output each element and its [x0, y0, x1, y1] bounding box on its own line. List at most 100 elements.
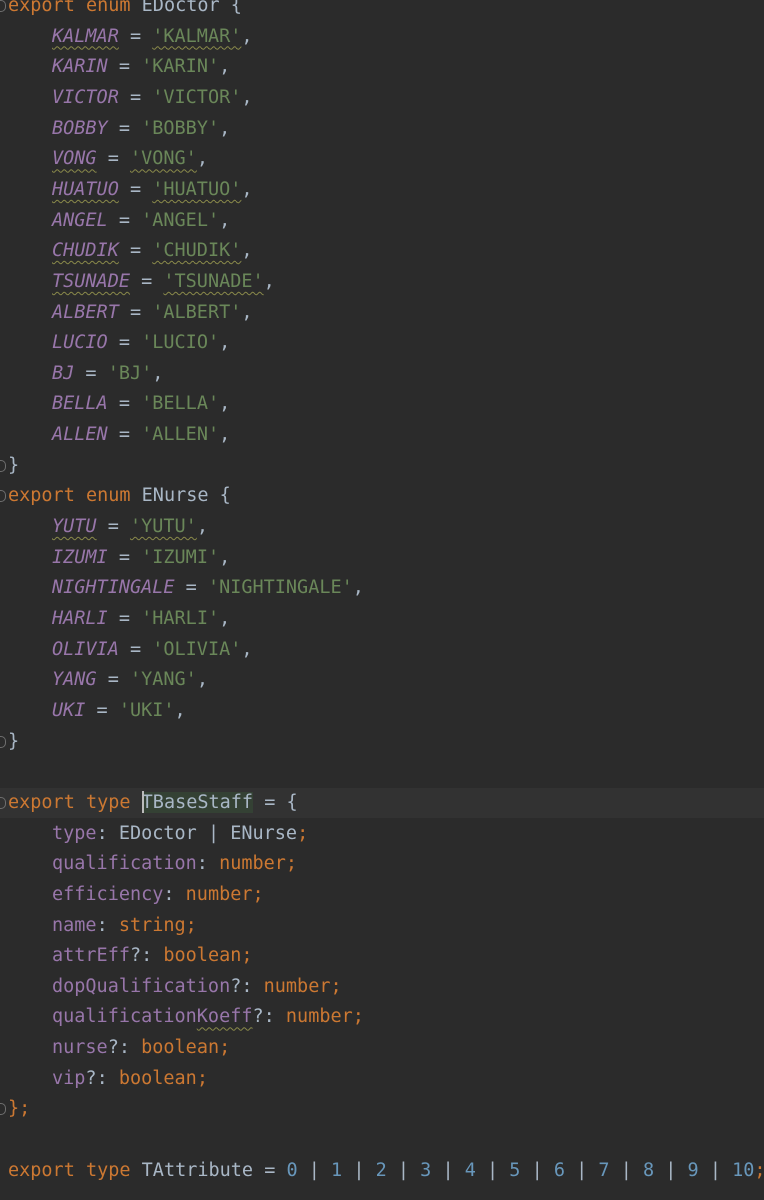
colon: :: [163, 883, 186, 905]
line-enum-member[interactable]: NIGHTINGALE = 'NIGHTINGALE',: [0, 573, 764, 603]
line-enum-doctor-header[interactable]: export enum EDoctor {: [0, 0, 764, 21]
semicolon: ;: [297, 822, 309, 844]
line-enum-member[interactable]: CHUDIK = 'CHUDIK',: [0, 236, 764, 266]
line-type-attribute[interactable]: export type TAttribute = 0 | 1 | 2 | 3 |…: [0, 1156, 764, 1186]
union-separator: |: [698, 1159, 733, 1181]
line-enum-member[interactable]: UKI = 'UKI',: [0, 696, 764, 726]
code-text: HARLI = 'HARLI',: [52, 608, 231, 629]
enum-member-value: 'LUCIO': [141, 332, 220, 354]
line-type-basestaff-close[interactable]: };: [0, 1094, 764, 1124]
keyword-type: type: [85, 791, 131, 813]
code-editor[interactable]: export enum EDoctor {KALMAR = 'KALMAR', K…: [0, 0, 764, 1200]
line-enum-member[interactable]: IZUMI = 'IZUMI',: [0, 543, 764, 573]
line-type-field[interactable]: name: string;: [0, 911, 764, 941]
code-text: KARIN = 'KARIN',: [52, 56, 231, 78]
line-type-field[interactable]: nurse?: boolean;: [0, 1033, 764, 1063]
union-value: 6: [553, 1159, 565, 1181]
code-text: name: string;: [52, 911, 197, 941]
enum-member-value: 'YANG': [129, 669, 197, 691]
semicolon: ;: [754, 1160, 764, 1181]
optional-mark: ?: [230, 975, 242, 997]
line-enum-member[interactable]: ALLEN = 'ALLEN',: [0, 420, 764, 450]
line-enum-member[interactable]: KARIN = 'KARIN',: [0, 52, 764, 82]
keyword-export: export: [8, 0, 75, 16]
enum-member-key: NIGHTINGALE: [52, 577, 175, 599]
union-separator: |: [342, 1159, 376, 1181]
line-enum-member[interactable]: VICTOR = 'VICTOR',: [0, 83, 764, 113]
keyword-enum: enum: [85, 0, 131, 16]
code-text: attrEff?: boolean;: [52, 941, 253, 971]
enum-member-key: YUTU: [52, 516, 97, 538]
line-enum-member[interactable]: BJ = 'BJ',: [0, 359, 764, 389]
line-type-field[interactable]: qualificationKoeff?: number;: [0, 1002, 764, 1032]
line-enum-member[interactable]: OLIVIA = 'OLIVIA',: [0, 635, 764, 665]
enum-member-key: HUATUO: [52, 178, 119, 200]
line-enum-member[interactable]: BOBBY = 'BOBBY',: [0, 114, 764, 144]
code-text: LUCIO = 'LUCIO',: [52, 332, 231, 354]
code-text: BJ = 'BJ',: [52, 362, 164, 384]
field-name: type: [52, 822, 97, 844]
enum-member-value: 'HARLI': [141, 608, 220, 629]
open-brace: {: [219, 0, 242, 16]
code-text: }: [8, 451, 19, 481]
union-value: 3: [420, 1159, 432, 1181]
enum-member-value: 'OLIVIA': [152, 638, 242, 660]
union-value: 1: [331, 1159, 343, 1181]
optional-mark: ?: [252, 1006, 264, 1028]
line-type-field[interactable]: dopQualification?: number;: [0, 972, 764, 1002]
line-enum-member[interactable]: ALBERT = 'ALBERT',: [0, 298, 764, 328]
code-text: export type TBaseStaff = {: [8, 788, 298, 818]
line-type-field[interactable]: vip?: boolean;: [0, 1064, 764, 1094]
field-name: nurse: [52, 1037, 108, 1059]
close-brace: }: [8, 730, 20, 752]
enum-member-key: ALBERT: [52, 301, 119, 323]
close-brace: };: [8, 1098, 31, 1120]
line-enum-doctor-close[interactable]: }: [0, 451, 764, 481]
line-enum-nurse-header[interactable]: export enum ENurse {: [0, 481, 764, 511]
colon: :: [96, 1067, 119, 1089]
line-enum-member[interactable]: YUTU = 'YUTU',: [0, 512, 764, 542]
union-value: 7: [598, 1159, 610, 1181]
line-enum-member[interactable]: LUCIO = 'LUCIO',: [0, 328, 764, 358]
enum-member-value: 'UKI': [118, 699, 175, 721]
line-type-field[interactable]: attrEff?: boolean;: [0, 941, 764, 971]
line-type-field[interactable]: efficiency: number;: [0, 880, 764, 910]
code-text: YUTU = 'YUTU',: [52, 516, 208, 538]
field-name: vip: [52, 1067, 86, 1089]
code-text: HUATUO = 'HUATUO',: [52, 178, 253, 200]
enum-member-key: HARLI: [52, 608, 108, 629]
union-value: 5: [509, 1159, 521, 1181]
line-enum-member[interactable]: HUATUO = 'HUATUO',: [0, 175, 764, 205]
union-value: 0: [286, 1159, 298, 1181]
line-enum-member[interactable]: KALMAR = 'KALMAR',: [0, 22, 764, 52]
line-enum-member[interactable]: HARLI = 'HARLI',: [0, 604, 764, 634]
enum-name: EDoctor: [141, 0, 220, 16]
enum-member-value: 'VICTOR': [152, 86, 242, 108]
line-type-basestaff-header[interactable]: export type TBaseStaff = {: [0, 787, 764, 818]
line-enum-nurse-close[interactable]: }: [0, 727, 764, 757]
enum-member-value: 'YUTU': [129, 516, 197, 538]
line-enum-member[interactable]: VONG = 'VONG',: [0, 144, 764, 174]
line-type-field[interactable]: qualification: number;: [0, 849, 764, 879]
enum-member-key: TSUNADE: [52, 270, 130, 292]
enum-member-value: 'KARIN': [141, 56, 220, 78]
union-value: 4: [464, 1159, 476, 1181]
line-type-field[interactable]: type: EDoctor | ENurse;: [0, 819, 764, 849]
line-enum-member[interactable]: BELLA = 'BELLA',: [0, 389, 764, 419]
union-value: 8: [642, 1159, 655, 1181]
enum-member-key: BELLA: [52, 393, 108, 415]
field-name-typo: Koeff: [196, 1006, 253, 1028]
field-name: name: [52, 914, 97, 936]
line-enum-member[interactable]: ANGEL = 'ANGEL',: [0, 206, 764, 236]
line-enum-member[interactable]: YANG = 'YANG',: [0, 665, 764, 695]
union-separator: |: [431, 1159, 465, 1181]
enum-member-value: 'ANGEL': [141, 209, 220, 231]
semicolon: ;: [352, 1006, 364, 1028]
code-text: YANG = 'YANG',: [52, 669, 208, 691]
line-enum-member[interactable]: TSUNADE = 'TSUNADE',: [0, 267, 764, 297]
enum-member-value: 'NIGHTINGALE': [207, 577, 353, 599]
enum-member-key: VICTOR: [52, 86, 119, 108]
code-text: efficiency: number;: [52, 880, 264, 910]
optional-mark: ?: [85, 1067, 97, 1089]
code-text: ALLEN = 'ALLEN',: [52, 424, 231, 446]
